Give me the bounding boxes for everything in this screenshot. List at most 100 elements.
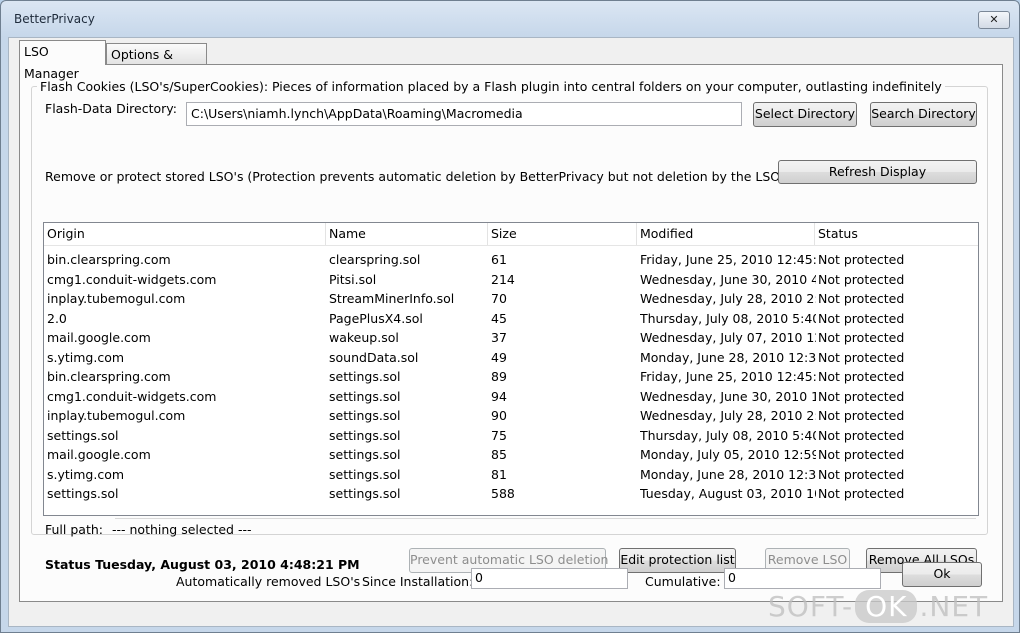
cell-status: Not protected	[818, 447, 905, 462]
refresh-display-button[interactable]: Refresh Display	[778, 160, 977, 184]
column-size[interactable]: Size	[488, 223, 637, 245]
window-title: BetterPrivacy	[14, 12, 95, 26]
select-directory-button[interactable]: Select Directory	[753, 102, 857, 127]
title-bar[interactable]: BetterPrivacy ✕	[1, 1, 1019, 37]
cell-name: settings.sol	[329, 408, 401, 423]
status-text: Status Tuesday, August 03, 2010 4:48:21 …	[45, 557, 360, 572]
since-installation-label: Since Installation:	[362, 574, 474, 589]
cell-origin: 2.0	[47, 310, 67, 326]
table-row[interactable]: inplay.tubemogul.com StreamMinerInfo.sol 7…	[44, 289, 978, 309]
cell-name: settings.sol	[329, 369, 401, 384]
cell-size: 94	[491, 388, 507, 404]
cell-origin: settings.sol	[47, 427, 119, 443]
column-modified[interactable]: Modified	[637, 223, 815, 245]
cell-origin: cmg1.conduit-widgets.com	[47, 271, 217, 287]
cell-origin: cmg1.conduit-widgets.com	[47, 388, 217, 404]
table-row[interactable]: bin.clearspring.com clearspring.sol 61 Frid…	[44, 250, 978, 270]
cell-name: settings.sol	[329, 447, 401, 462]
auto-removed-label: Automatically removed LSO's	[176, 574, 361, 589]
cell-modified: Thursday, July 08, 2010 5:40:...	[640, 427, 816, 443]
cell-origin: s.ytimg.com	[47, 466, 125, 482]
tab-lso-manager[interactable]: LSO Manager	[19, 40, 106, 81]
search-directory-button[interactable]: Search Directory	[870, 102, 977, 127]
lso-list[interactable]: Origin Name Size Modified Status bin.cle…	[43, 222, 979, 516]
cell-modified: Thursday, July 08, 2010 5:40:...	[640, 310, 816, 326]
cell-origin: mail.google.com	[47, 330, 151, 345]
cell-modified: Friday, June 25, 2010 12:45:25...	[640, 252, 816, 267]
cell-name: clearspring.sol	[329, 252, 421, 267]
cell-status: Not protected	[818, 349, 905, 365]
cell-size: 70	[491, 291, 507, 306]
flash-cookies-description: Flash Cookies (LSO's/SuperCookies): Piec…	[37, 79, 945, 94]
cell-status: Not protected	[818, 388, 905, 404]
cell-modified: Monday, July 05, 2010 12:59:...	[640, 447, 816, 462]
close-icon: ✕	[989, 13, 999, 26]
cell-size: 49	[491, 349, 507, 365]
close-button[interactable]: ✕	[978, 11, 1010, 29]
list-header: Origin Name Size Modified Status	[44, 223, 978, 246]
cell-status: Not protected	[818, 271, 905, 287]
table-row[interactable]: settings.sol settings.sol 75 Thursday, July…	[44, 426, 978, 446]
cell-status: Not protected	[818, 427, 905, 443]
cell-size: 85	[491, 447, 507, 462]
cell-modified: Wednesday, July 28, 2010 2:5...	[640, 291, 816, 306]
ok-button[interactable]: Ok	[902, 562, 982, 587]
watermark-ok-text: OK	[855, 590, 918, 623]
cell-origin: mail.google.com	[47, 447, 151, 462]
cell-modified: Monday, June 28, 2010 12:35:...	[640, 466, 816, 482]
cell-status: Not protected	[818, 408, 905, 423]
cell-status: Not protected	[818, 486, 905, 501]
cell-name: settings.sol	[329, 388, 401, 404]
cell-size: 588	[491, 486, 515, 501]
table-row[interactable]: settings.sol settings.sol 588 Tuesday, Augu…	[44, 484, 978, 504]
flash-data-directory-field[interactable]: C:\Users\niamh.lynch\AppData\Roaming\Mac…	[186, 102, 742, 126]
flash-data-directory-label: Flash-Data Directory:	[45, 101, 178, 116]
table-row[interactable]: s.ytimg.com settings.sol 81 Monday, June 28…	[44, 465, 978, 485]
cell-status: Not protected	[818, 330, 905, 345]
tab-options-help[interactable]: Options & Help	[106, 43, 207, 84]
cell-name: wakeup.sol	[329, 330, 399, 345]
better-privacy-window: BetterPrivacy ✕ LSO Manager Options & He…	[0, 0, 1020, 633]
cell-status: Not protected	[818, 291, 905, 306]
full-path-value: --- nothing selected ---	[112, 522, 252, 537]
cell-status: Not protected	[818, 369, 905, 384]
cell-name: settings.sol	[329, 427, 401, 443]
column-name[interactable]: Name	[326, 223, 488, 245]
cell-name: settings.sol	[329, 466, 401, 482]
cell-status: Not protected	[818, 466, 905, 482]
cell-modified: Wednesday, July 28, 2010 2:5...	[640, 408, 816, 423]
cell-origin: inplay.tubemogul.com	[47, 291, 186, 306]
table-row[interactable]: inplay.tubemogul.com settings.sol 90 Wednes…	[44, 406, 978, 426]
cell-modified: Friday, June 25, 2010 12:45:25...	[640, 369, 816, 384]
cell-modified: Wednesday, June 30, 2010 1:...	[640, 388, 816, 404]
table-row[interactable]: s.ytimg.com soundData.sol 49 Monday, June 2…	[44, 348, 978, 368]
cell-modified: Wednesday, July 07, 2010 12:...	[640, 330, 816, 345]
table-row[interactable]: mail.google.com settings.sol 85 Monday, Jul…	[44, 445, 978, 465]
cell-size: 75	[491, 427, 507, 443]
table-row[interactable]: bin.clearspring.com settings.sol 89 Friday,…	[44, 367, 978, 387]
cell-origin: settings.sol	[47, 486, 119, 501]
since-installation-field[interactable]: 0	[471, 568, 628, 589]
cell-size: 89	[491, 369, 507, 384]
cumulative-label: Cumulative:	[645, 574, 721, 589]
cell-origin: bin.clearspring.com	[47, 369, 171, 384]
edit-protection-list-button[interactable]: Edit protection list	[619, 548, 736, 573]
watermark-right-text: .NET	[919, 590, 989, 623]
cell-status: Not protected	[818, 310, 905, 326]
column-status[interactable]: Status	[815, 223, 978, 245]
table-row[interactable]: cmg1.conduit-widgets.com Pitsi.sol 214 Wedn…	[44, 270, 978, 290]
cumulative-field[interactable]: 0	[724, 568, 881, 589]
cell-modified: Wednesday, June 30, 2010 4:...	[640, 271, 816, 287]
cell-size: 37	[491, 330, 507, 345]
table-row[interactable]: mail.google.com wakeup.sol 37 Wednesday, Ju…	[44, 328, 978, 348]
full-path-label: Full path:	[45, 522, 103, 537]
cell-status: Not protected	[818, 252, 905, 267]
cell-size: 90	[491, 408, 507, 423]
cell-name: StreamMinerInfo.sol	[329, 291, 455, 306]
cell-modified: Monday, June 28, 2010 12:35:...	[640, 349, 816, 365]
column-origin[interactable]: Origin	[44, 223, 326, 245]
cell-size: 214	[491, 271, 515, 287]
table-row[interactable]: cmg1.conduit-widgets.com settings.sol 94 We…	[44, 387, 978, 407]
cell-name: Pitsi.sol	[329, 271, 377, 287]
table-row[interactable]: 2.0 PagePlusX4.sol 45 Thursday, July 08, 20…	[44, 309, 978, 329]
